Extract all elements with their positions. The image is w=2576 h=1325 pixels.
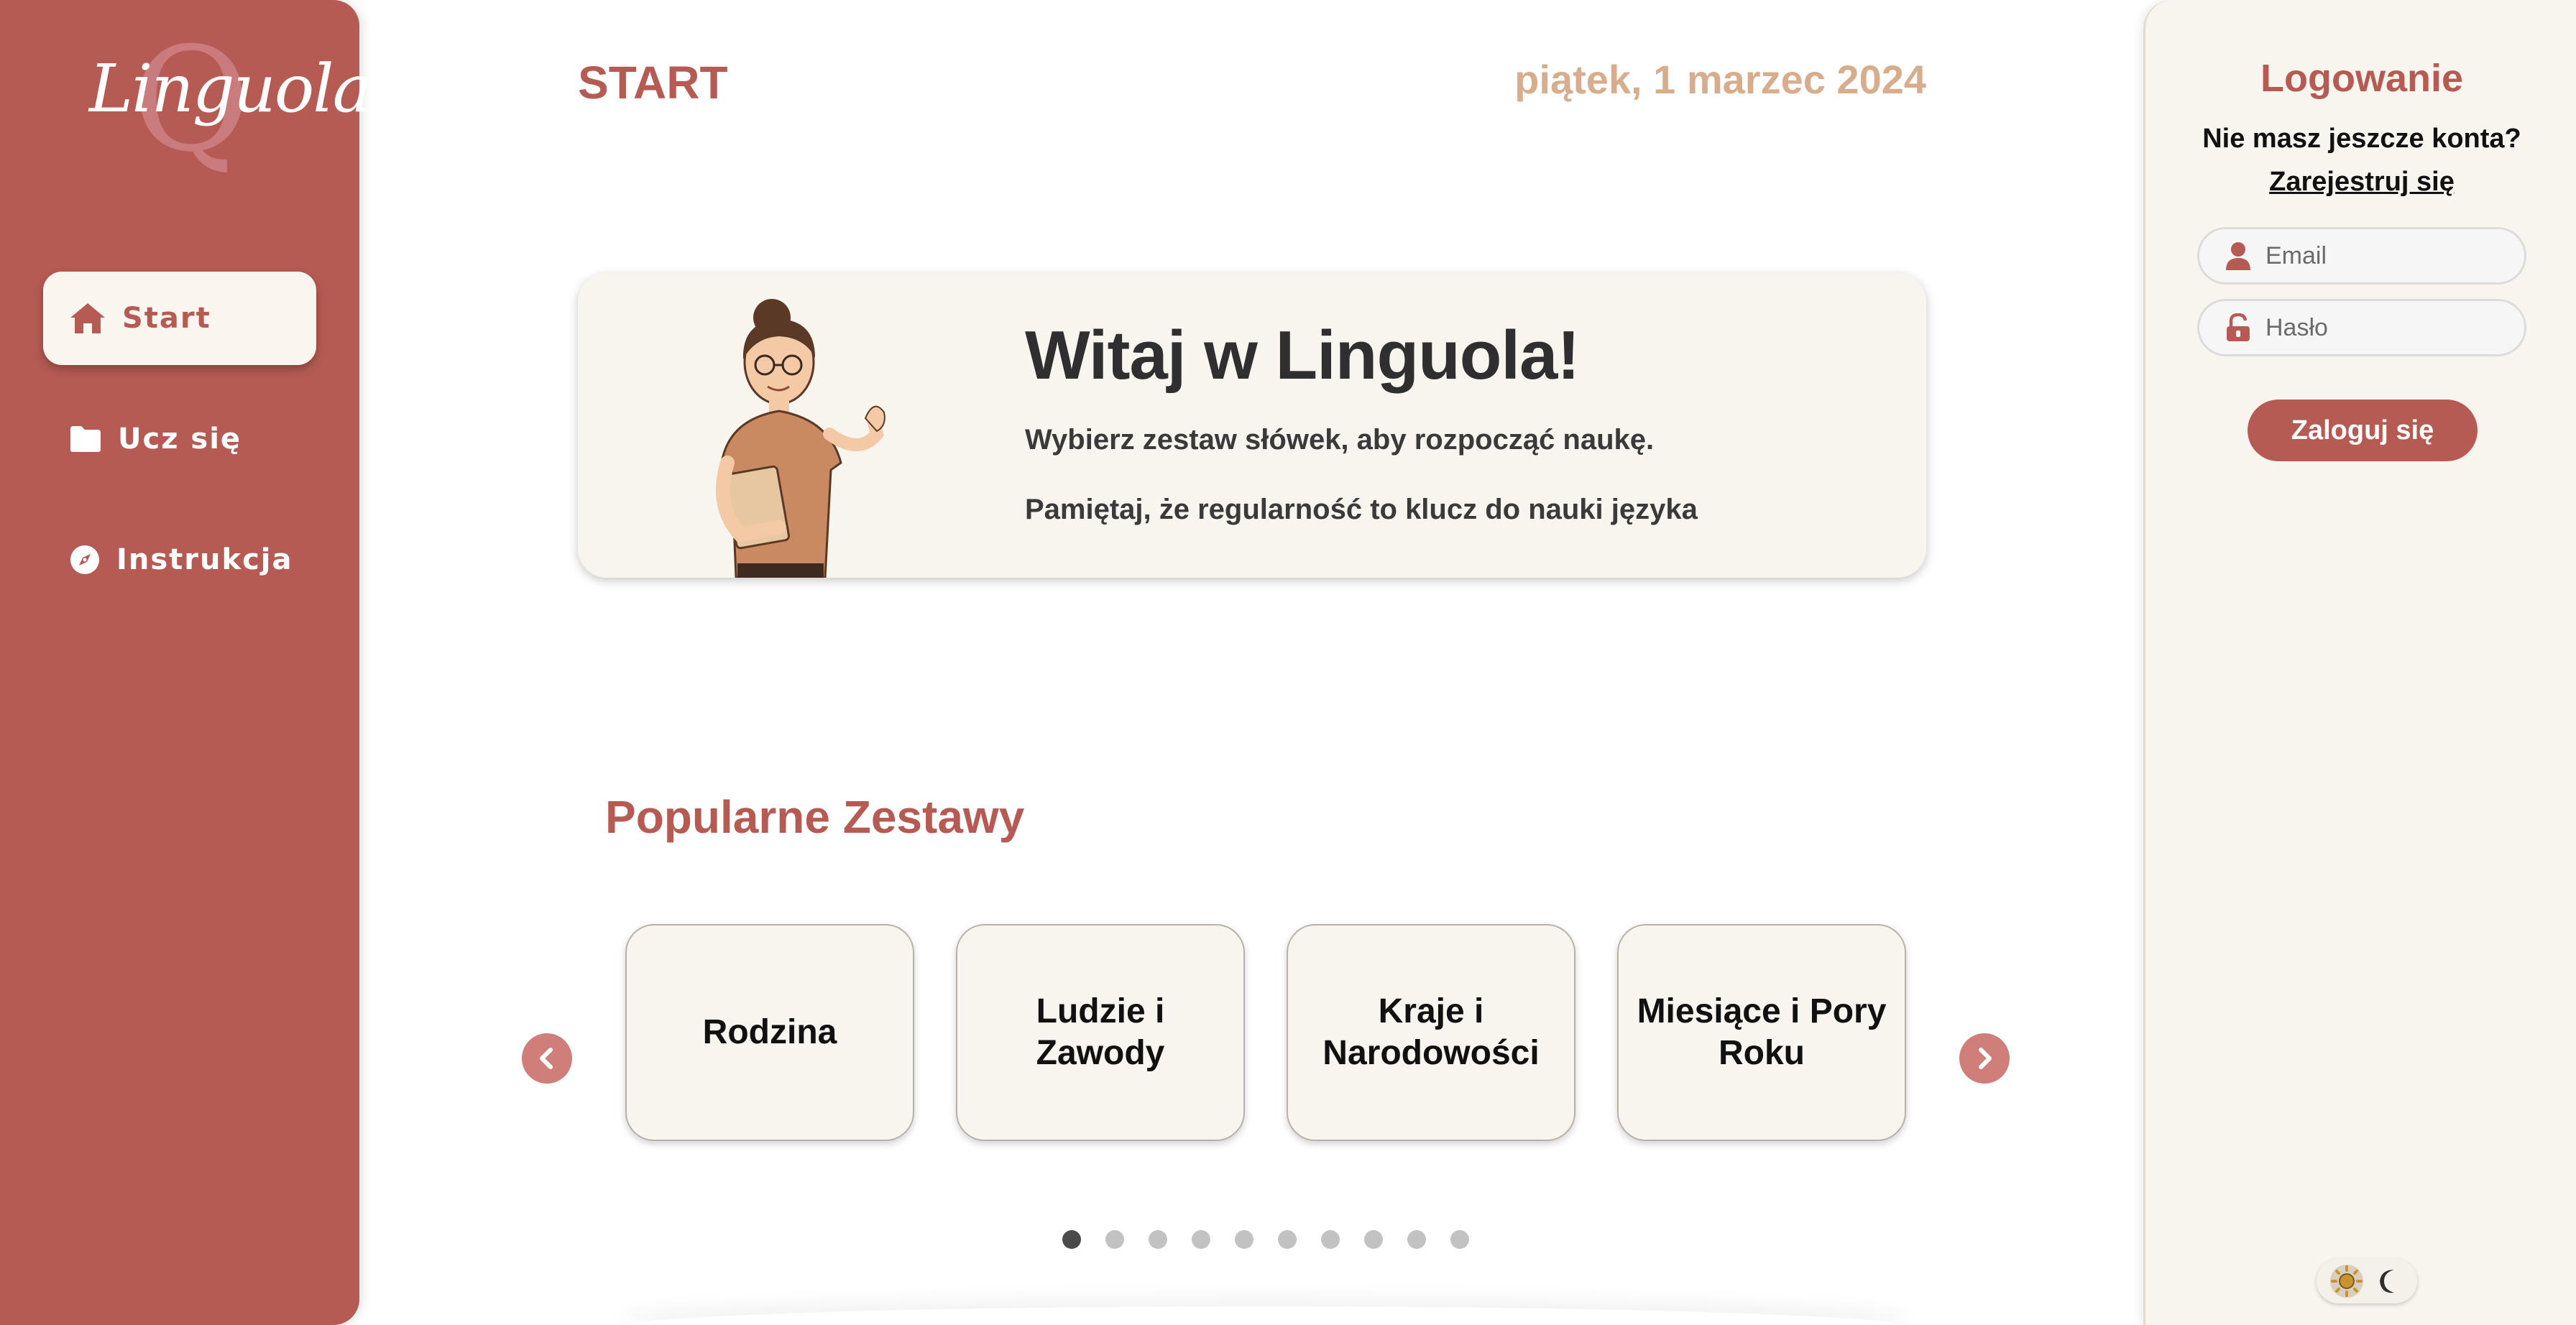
no-account-text: Nie masz jeszcze konta?	[2202, 124, 2521, 154]
login-title: Logowanie	[2260, 57, 2463, 100]
theme-toggle[interactable]	[2317, 1259, 2417, 1303]
set-card-rodzina[interactable]: Rodzina	[625, 924, 914, 1141]
popular-sets-title: Popularne Zestawy	[605, 791, 1025, 843]
carousel-dot[interactable]	[1321, 1230, 1340, 1249]
chevron-right-icon	[1979, 1048, 1992, 1069]
email-input[interactable]	[2266, 241, 2510, 270]
carousel-dot[interactable]	[1192, 1230, 1210, 1249]
sidebar-item-ucz-sie[interactable]: Ucz się	[43, 392, 316, 486]
user-icon	[2226, 242, 2250, 270]
login-panel: Logowanie Nie masz jeszcze konta? Zareje…	[2143, 0, 2576, 1325]
sidebar-item-instrukcja[interactable]: Instrukcja	[43, 513, 316, 606]
welcome-card: Witaj w Linguola! Wybierz zestaw słówek,…	[578, 273, 1926, 578]
logo-text: Linguola	[89, 50, 372, 127]
sidebar-item-label: Ucz się	[118, 423, 242, 456]
page-title: START	[578, 57, 728, 109]
carousel-prev-button[interactable]	[522, 1033, 572, 1084]
sidebar-item-start[interactable]: Start	[43, 272, 316, 365]
register-link[interactable]: Zarejestruj się	[2145, 167, 2576, 198]
carousel-dot[interactable]	[1105, 1230, 1124, 1249]
carousel-dot[interactable]	[1450, 1230, 1469, 1249]
password-input[interactable]	[2266, 313, 2510, 342]
set-card-label: Ludzie i Zawody	[1036, 992, 1165, 1072]
login-button[interactable]: Zaloguj się	[2248, 400, 2478, 461]
password-field[interactable]	[2197, 299, 2526, 356]
carousel-dot[interactable]	[1149, 1230, 1167, 1249]
welcome-text-1: Wybierz zestaw słówek, aby rozpocząć nau…	[1025, 424, 1655, 456]
carousel-dot[interactable]	[1278, 1230, 1297, 1249]
set-card-miesiace-i-pory-roku[interactable]: Miesiące i Pory Roku	[1617, 924, 1906, 1141]
moon-icon[interactable]	[2375, 1267, 2404, 1296]
carousel-dot[interactable]	[1062, 1230, 1081, 1249]
carousel-dot[interactable]	[1235, 1230, 1254, 1249]
welcome-text-2: Pamiętaj, że regularność to klucz do nau…	[1025, 494, 1698, 525]
set-card-kraje-i-narodowosci[interactable]: Kraje i Narodowości	[1287, 924, 1576, 1141]
carousel-dot[interactable]	[1407, 1230, 1426, 1249]
home-icon	[70, 303, 105, 333]
carousel-pagination	[1062, 1230, 1469, 1249]
compass-icon	[70, 545, 99, 574]
email-field[interactable]	[2197, 227, 2526, 285]
sidebar: Q Linguola Start Ucz się Instrukcja	[0, 0, 372, 1325]
sidebar-item-label: Instrukcja	[116, 543, 293, 576]
sun-icon[interactable]	[2329, 1264, 2364, 1298]
unlock-icon	[2227, 313, 2250, 341]
linguola-logo[interactable]: Q Linguola	[72, 29, 372, 172]
teacher-illustration	[716, 299, 886, 578]
carousel-next-button[interactable]	[1959, 1033, 2010, 1084]
sidebar-item-label: Start	[122, 302, 211, 335]
set-card-label: Kraje i Narodowości	[1322, 992, 1540, 1072]
welcome-heading: Witaj w Linguola!	[1025, 317, 1580, 394]
set-card-label: Rodzina	[702, 1013, 837, 1051]
folder-icon	[70, 426, 101, 452]
current-date: piątek, 1 marzec 2024	[1514, 57, 1926, 102]
chevron-left-icon	[540, 1048, 553, 1069]
set-card-ludzie-i-zawody[interactable]: Ludzie i Zawody	[956, 924, 1245, 1141]
set-card-label: Miesiące i Pory Roku	[1637, 992, 1887, 1072]
carousel-dot[interactable]	[1364, 1230, 1383, 1249]
section-divider	[618, 1306, 1912, 1325]
